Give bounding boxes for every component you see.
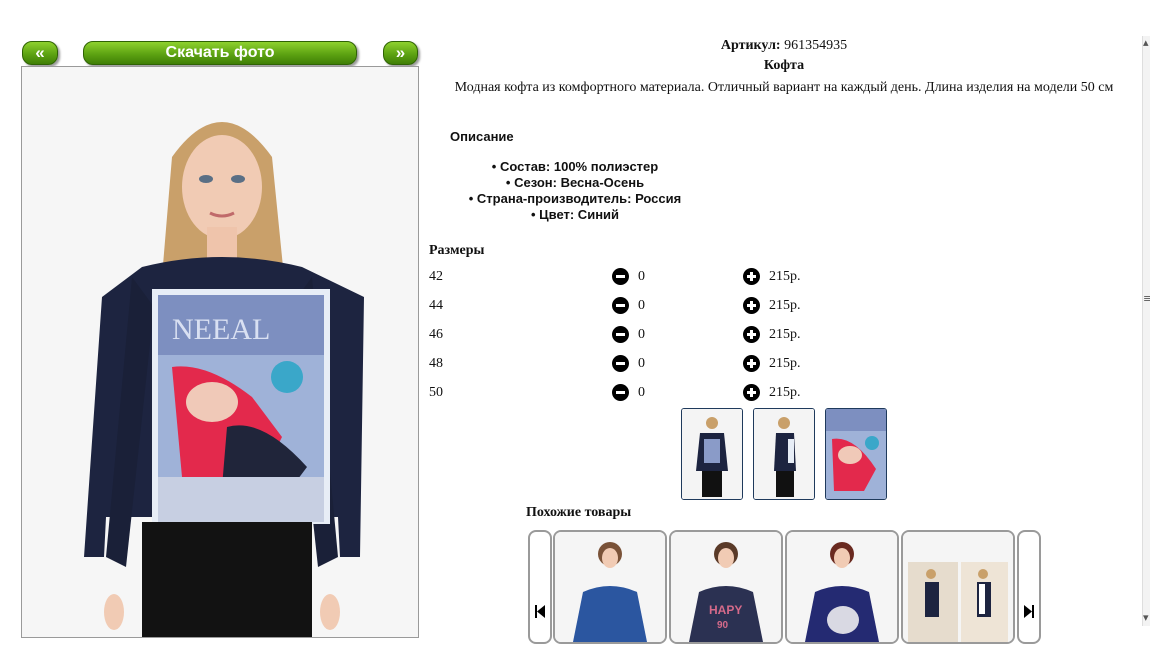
price-value: 215р.	[769, 385, 801, 400]
plus-icon[interactable]	[743, 384, 760, 401]
next-photo-button[interactable]: »	[383, 41, 418, 65]
similar-product-image: HAPY 90	[671, 532, 781, 642]
svg-text:90: 90	[717, 620, 729, 631]
property-item: Состав: 100% полиэстер	[455, 159, 695, 175]
photo-thumbnail[interactable]	[681, 408, 743, 500]
plus-icon[interactable]	[743, 355, 760, 372]
property-item: Страна-производитель: Россия	[455, 191, 695, 207]
similar-product-card[interactable]	[785, 530, 899, 644]
scroll-grip-icon[interactable]: ≡	[1143, 292, 1150, 305]
size-label: 46	[429, 327, 443, 342]
main-product-photo: NEEAL	[21, 66, 419, 638]
thumbnail-front-image	[682, 409, 742, 499]
article-line: Артикул: 961354935	[420, 38, 1148, 54]
similar-product-image	[787, 532, 897, 642]
size-label: 44	[429, 298, 443, 313]
similar-product-image	[555, 532, 665, 642]
photo-thumbnail[interactable]	[753, 408, 815, 500]
quantity-value: 0	[638, 327, 645, 342]
plus-icon[interactable]	[743, 326, 760, 343]
product-title: Кофта	[763, 58, 805, 73]
page-scrollbar[interactable]	[1142, 36, 1150, 626]
svg-text:HAPY: HAPY	[709, 603, 742, 617]
photo-thumbnail[interactable]	[825, 408, 887, 500]
size-row: 48 0 215р.	[429, 353, 829, 375]
minus-icon[interactable]	[612, 297, 629, 314]
scroll-up-icon[interactable]: ▴	[1143, 36, 1149, 49]
similar-products-heading: Похожие товары	[526, 505, 632, 520]
quantity-value: 0	[638, 269, 645, 284]
size-label: 48	[429, 356, 443, 371]
price-value: 215р.	[769, 298, 801, 313]
quantity-value: 0	[638, 298, 645, 313]
similar-product-card[interactable]	[553, 530, 667, 644]
thumbnail-side-image	[754, 409, 814, 499]
quantity-value: 0	[638, 356, 645, 371]
plus-icon[interactable]	[743, 297, 760, 314]
price-value: 215р.	[769, 269, 801, 284]
size-row: 42 0 215р.	[429, 266, 829, 288]
carousel-next-button[interactable]	[1017, 530, 1041, 644]
size-row: 50 0 215р.	[429, 382, 829, 404]
minus-icon[interactable]	[612, 384, 629, 401]
scroll-down-icon[interactable]: ▾	[1143, 611, 1149, 624]
similar-product-card[interactable]: HAPY 90	[669, 530, 783, 644]
price-value: 215р.	[769, 356, 801, 371]
size-row: 46 0 215р.	[429, 324, 829, 346]
similar-product-image	[903, 532, 1013, 642]
properties-list: Состав: 100% полиэстер Сезон: Весна-Осен…	[455, 159, 695, 223]
download-photo-button[interactable]: Скачать фото	[83, 41, 357, 65]
description-heading: Описание	[450, 129, 514, 144]
similar-product-card[interactable]	[901, 530, 1015, 644]
thumbnail-print-closeup	[826, 409, 886, 499]
size-label: 42	[429, 269, 443, 284]
size-label: 50	[429, 385, 443, 400]
property-item: Сезон: Весна-Осень	[455, 175, 695, 191]
minus-icon[interactable]	[612, 355, 629, 372]
article-label: Артикул:	[720, 38, 781, 53]
sizes-heading: Размеры	[429, 243, 485, 258]
prev-photo-button[interactable]: «	[22, 41, 58, 65]
size-row: 44 0 215р.	[429, 295, 829, 317]
skip-forward-icon	[1024, 605, 1034, 618]
model-photo-illustration: NEEAL	[22, 67, 418, 637]
quantity-value: 0	[638, 385, 645, 400]
carousel-prev-button[interactable]	[528, 530, 552, 644]
svg-text:NEEAL: NEEAL	[172, 313, 270, 346]
product-description: Модная кофта из комфортного материала. О…	[454, 80, 1114, 95]
property-item: Цвет: Синий	[455, 207, 695, 223]
article-number: 961354935	[784, 38, 848, 53]
minus-icon[interactable]	[612, 326, 629, 343]
minus-icon[interactable]	[612, 268, 629, 285]
plus-icon[interactable]	[743, 268, 760, 285]
skip-back-icon	[535, 605, 545, 618]
price-value: 215р.	[769, 327, 801, 342]
